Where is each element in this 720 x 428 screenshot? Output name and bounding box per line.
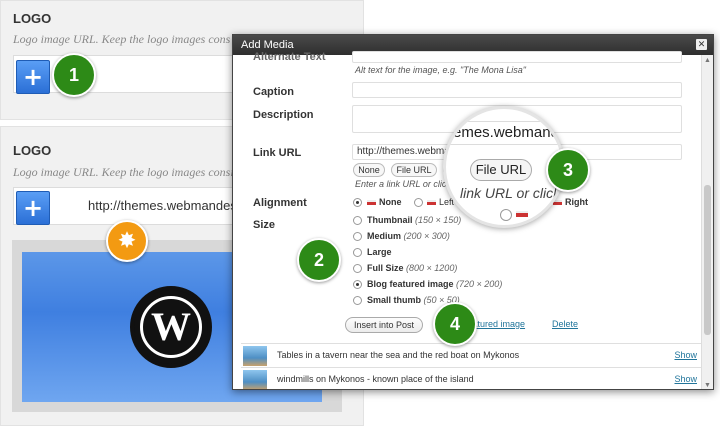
dialog-title: Add Media bbox=[241, 39, 294, 51]
callout-1: 1 bbox=[52, 53, 96, 97]
size-medium-option: Medium (200 × 300) bbox=[367, 231, 450, 241]
close-icon[interactable]: ✕ bbox=[696, 39, 707, 50]
panel-description: Logo image URL. Keep the logo images con… bbox=[13, 165, 257, 179]
size-blog-featured-option: Blog featured image (720 × 200) bbox=[367, 279, 503, 289]
alt-text-hint: Alt text for the image, e.g. "The Mona L… bbox=[355, 65, 526, 75]
delete-link[interactable]: Delete bbox=[552, 319, 578, 329]
link-none-button[interactable]: None bbox=[353, 163, 385, 177]
align-none-radio[interactable] bbox=[353, 198, 362, 207]
panel-description: Logo image URL. Keep the logo images con… bbox=[13, 32, 231, 46]
callout-2: 2 bbox=[297, 238, 341, 282]
align-left-radio[interactable] bbox=[414, 198, 423, 207]
zoomed-file-url-button: File URL bbox=[470, 159, 532, 181]
insert-into-post-button[interactable]: Insert into Post bbox=[345, 317, 423, 333]
zoomed-hint: link URL or click bbox=[460, 185, 561, 201]
alt-text-input[interactable] bbox=[352, 51, 682, 63]
add-image-button[interactable]: + bbox=[16, 60, 50, 94]
scrollbar-thumb[interactable] bbox=[704, 185, 711, 335]
media-thumbnail bbox=[243, 346, 267, 366]
media-title: Tables in a tavern near the sea and the … bbox=[277, 350, 520, 360]
alt-text-label: Alternate Text bbox=[253, 51, 326, 63]
callout-star: ✸ bbox=[106, 220, 148, 262]
link-url-label: Link URL bbox=[253, 147, 302, 159]
scroll-down-icon[interactable]: ▼ bbox=[704, 382, 711, 389]
media-thumbnail bbox=[243, 370, 267, 389]
add-image-button[interactable]: + bbox=[16, 191, 50, 225]
callout-3: 3 bbox=[546, 148, 590, 192]
size-thumbnail-option: Thumbnail (150 × 150) bbox=[367, 215, 462, 225]
size-label: Size bbox=[253, 219, 276, 231]
dialog-scrollbar[interactable]: ▲ ▼ bbox=[701, 55, 713, 389]
size-medium-radio[interactable] bbox=[353, 232, 362, 241]
align-none-icon bbox=[367, 200, 376, 206]
alignment-label: Alignment bbox=[253, 197, 307, 209]
logo-url-value: http://themes.webmandesign bbox=[88, 198, 255, 213]
size-full-option: Full Size (800 × 1200) bbox=[367, 263, 458, 273]
align-left-icon bbox=[427, 200, 436, 206]
size-blog-featured-radio[interactable] bbox=[353, 280, 362, 289]
size-large-radio[interactable] bbox=[353, 248, 362, 257]
align-left-option: Left bbox=[427, 197, 454, 207]
caption-input[interactable] bbox=[352, 82, 682, 98]
panel-title: LOGO bbox=[13, 11, 52, 26]
wordpress-logo-glyph: W bbox=[140, 296, 202, 358]
scroll-up-icon[interactable]: ▲ bbox=[704, 57, 711, 64]
media-show-link[interactable]: Show bbox=[674, 350, 697, 360]
description-label: Description bbox=[253, 109, 314, 121]
size-small-thumb-radio[interactable] bbox=[353, 296, 362, 305]
media-title: windmills on Mykonos - known place of th… bbox=[277, 374, 474, 384]
size-full-radio[interactable] bbox=[353, 264, 362, 273]
wordpress-logo-icon: W bbox=[130, 286, 212, 368]
zoomed-align-icon bbox=[516, 211, 528, 217]
link-url-hint: Enter a link URL or click a bbox=[355, 179, 459, 189]
align-none-option: None bbox=[367, 197, 402, 207]
panel-title: LOGO bbox=[13, 143, 52, 158]
zoomed-link-url: emes.webmande bbox=[446, 121, 562, 145]
zoomed-radio bbox=[500, 209, 512, 221]
media-list-item[interactable]: Tables in a tavern near the sea and the … bbox=[241, 343, 705, 367]
caption-label: Caption bbox=[253, 86, 294, 98]
media-show-link[interactable]: Show bbox=[674, 374, 697, 384]
media-list-item[interactable]: windmills on Mykonos - known place of th… bbox=[241, 367, 705, 389]
callout-4: 4 bbox=[433, 302, 477, 346]
link-file-url-button[interactable]: File URL bbox=[391, 163, 437, 177]
size-thumbnail-radio[interactable] bbox=[353, 216, 362, 225]
size-large-option: Large bbox=[367, 247, 392, 257]
